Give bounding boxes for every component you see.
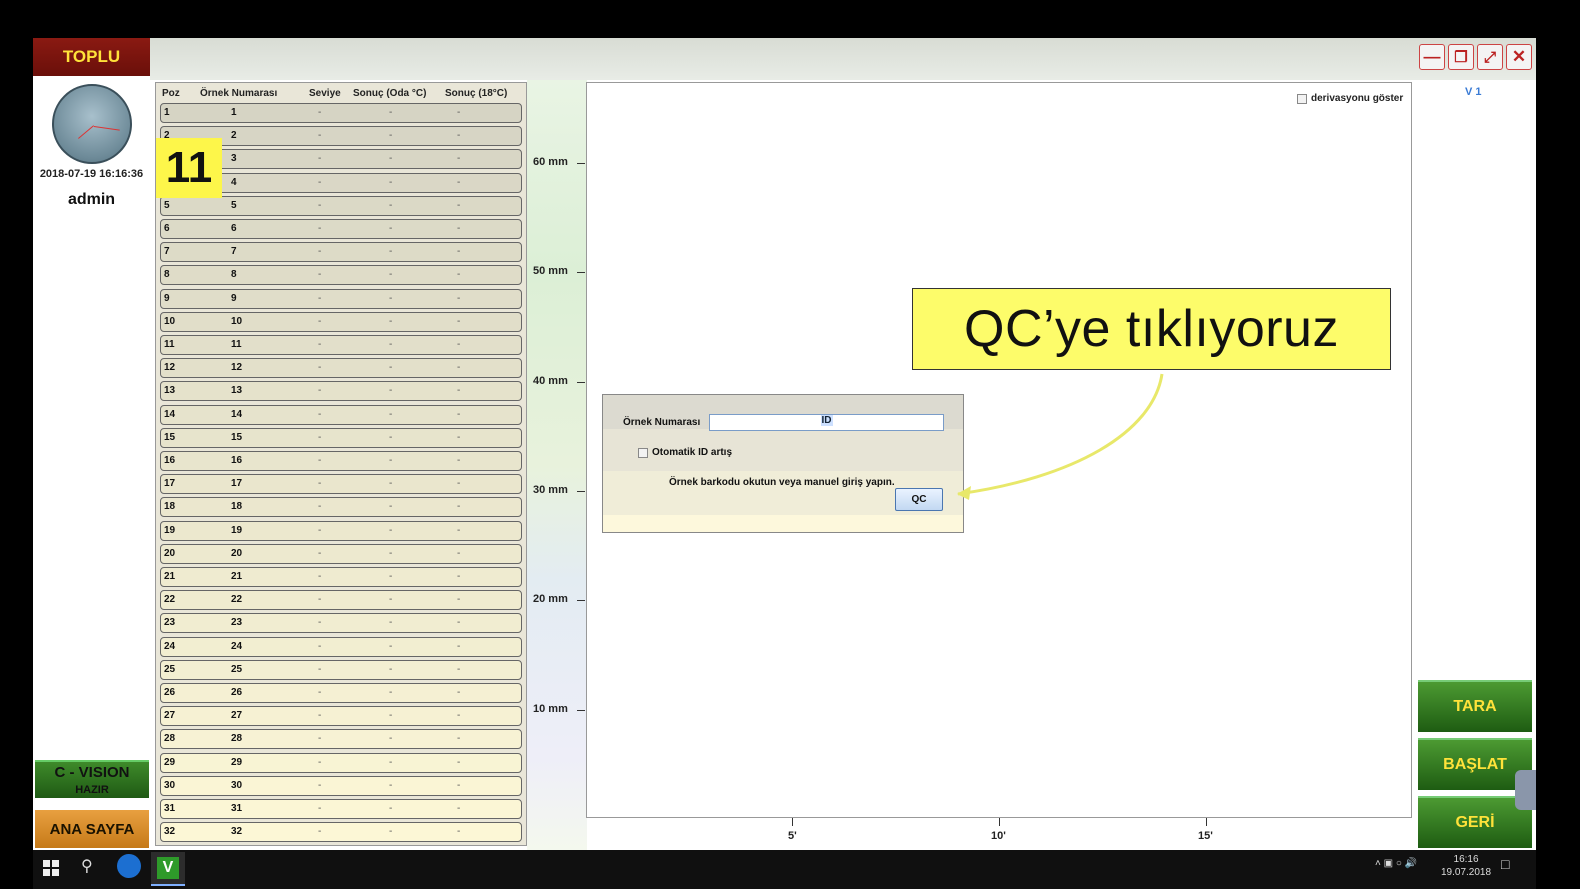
taskbar: ⚲ V ˄ ▣ ○ 🔊 16:16 19.07.2018 □ bbox=[33, 850, 1536, 889]
app-taskbar-button[interactable]: V bbox=[151, 852, 185, 886]
teamviewer-icon[interactable] bbox=[117, 854, 141, 878]
app-v-icon: V bbox=[157, 857, 179, 879]
system-tray[interactable]: ˄ ▣ ○ 🔊 bbox=[1375, 858, 1417, 869]
search-icon[interactable]: ⚲ bbox=[81, 856, 93, 876]
taskbar-time: 16:16 bbox=[1453, 854, 1479, 865]
taskbar-date: 19.07.2018 bbox=[1441, 867, 1492, 878]
notification-icon[interactable]: □ bbox=[1501, 856, 1509, 872]
windows-start-icon[interactable] bbox=[43, 860, 59, 876]
callout-arrow bbox=[957, 373, 1164, 500]
step-number-badge: 11 bbox=[156, 138, 222, 198]
scan-button[interactable]: TARA bbox=[1418, 680, 1532, 732]
app-window: TOPLU 2018-07-19 16:16:36 admin C - VISI… bbox=[33, 38, 1536, 850]
taskbar-clock[interactable]: 16:16 19.07.2018 bbox=[1441, 853, 1491, 879]
remote-support-tab[interactable] bbox=[1515, 770, 1536, 810]
